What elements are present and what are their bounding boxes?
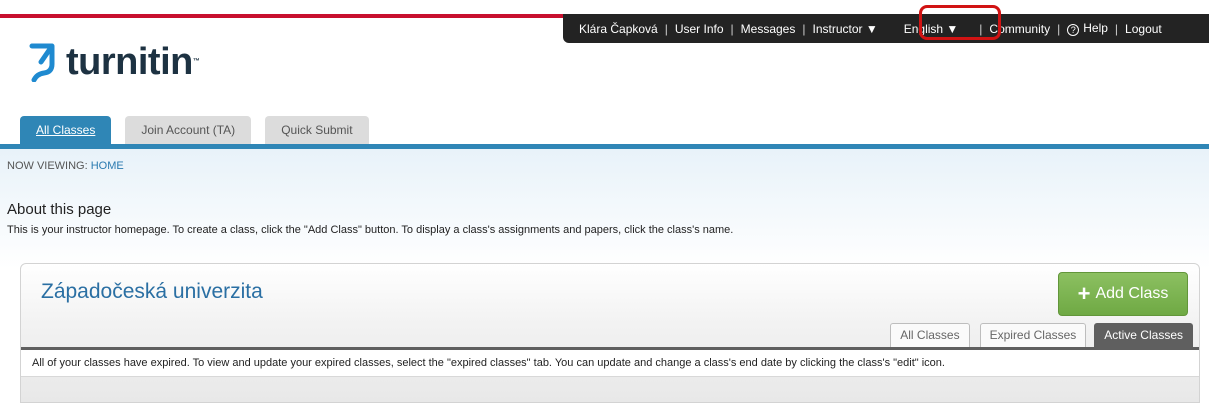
language-highlight-box — [919, 5, 1001, 40]
tab-join-account[interactable]: Join Account (TA) — [125, 116, 252, 144]
turnitin-logo-text: turnitin™ — [66, 41, 200, 83]
separator: | — [802, 21, 806, 36]
messages-link[interactable]: Messages — [741, 22, 796, 36]
breadcrumb-prefix: NOW VIEWING: — [7, 160, 91, 172]
turnitin-logo-icon — [29, 43, 55, 82]
tab-quick-submit[interactable]: Quick Submit — [265, 116, 369, 144]
help-icon: ? — [1067, 24, 1080, 36]
separator: | — [664, 21, 668, 36]
expired-classes-message: All of your classes have expired. To vie… — [21, 350, 1199, 377]
class-panel: Západočeská univerzita + Add Class All C… — [20, 263, 1200, 403]
logo-wordmark: turnitin — [66, 41, 193, 83]
tab-filter-expired-classes[interactable]: Expired Classes — [979, 323, 1087, 347]
help-label: Help — [1083, 21, 1108, 35]
add-class-label: Add Class — [1095, 285, 1169, 302]
about-text: This is your instructor homepage. To cre… — [7, 224, 734, 236]
tab-filter-all-classes[interactable]: All Classes — [890, 323, 970, 347]
user-info-link[interactable]: User Info — [675, 22, 724, 36]
main-content: NOW VIEWING: HOME About this page This i… — [0, 149, 1209, 403]
separator: | — [1057, 21, 1061, 36]
user-name-link[interactable]: Klára Čapková — [579, 22, 658, 36]
institution-title: Západočeská univerzita — [41, 280, 263, 303]
logout-link[interactable]: Logout — [1125, 22, 1162, 36]
breadcrumb: NOW VIEWING: HOME — [7, 160, 124, 172]
help-link[interactable]: ? Help — [1067, 21, 1108, 36]
plus-icon: + — [1077, 281, 1091, 306]
instructor-menu[interactable]: Instructor ▼ — [812, 22, 877, 36]
top-navigation: Klára Čapková | User Info | Messages | I… — [563, 14, 1209, 43]
logo-trademark: ™ — [192, 58, 200, 65]
breadcrumb-home-link[interactable]: HOME — [91, 160, 124, 172]
main-tabs: All Classes Join Account (TA) Quick Subm… — [20, 116, 383, 144]
about-title: About this page — [7, 201, 112, 218]
add-class-button[interactable]: + Add Class — [1058, 272, 1188, 316]
separator: | — [1114, 21, 1119, 36]
class-filter-tabs: All Classes Expired Classes Active Class… — [880, 323, 1193, 347]
turnitin-logo[interactable]: turnitin™ — [28, 41, 200, 83]
tab-filter-active-classes[interactable]: Active Classes — [1094, 323, 1193, 347]
tab-all-classes[interactable]: All Classes — [20, 116, 112, 144]
separator: | — [730, 21, 734, 36]
